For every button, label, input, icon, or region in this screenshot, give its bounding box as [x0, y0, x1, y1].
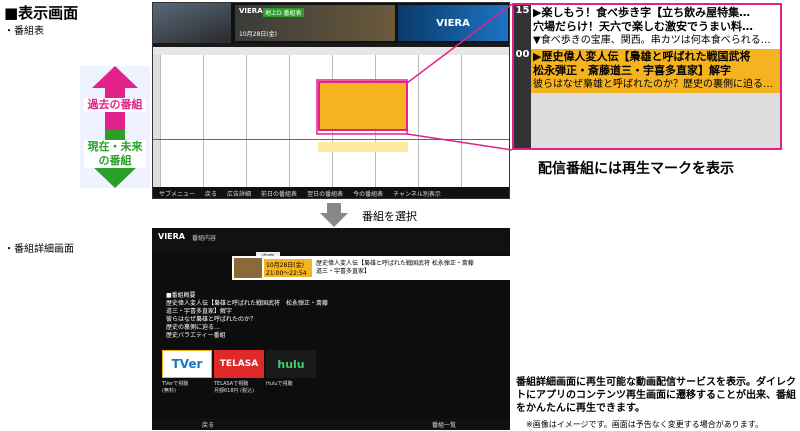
- telasa-label: TELASAで視聴: [214, 381, 249, 387]
- time-slot: 00: [514, 49, 531, 93]
- detail-program-bar: 10月28日(金) 21:00〜22:54 歴史偉人変人伝【梟雄と呼ばれた戦国武…: [232, 256, 510, 280]
- time-slot: 15: [514, 5, 531, 49]
- detail-program-title: 歴史偉人変人伝【梟雄と呼ばれた戦国武将 松永弾正・斎藤道三・宇喜多直家】: [316, 260, 474, 275]
- telasa-button[interactable]: TELASA: [214, 350, 264, 378]
- tver-label: TVerで視聴: [162, 381, 189, 387]
- detail-header-title: 番組内容: [192, 235, 217, 242]
- program-subtitle: 穴場だらけ！天六で楽しむ激安でうまい料…: [533, 20, 753, 33]
- zoom-row[interactable]: 15 ▶楽しもう！食べ歩き字【立ち飲み屋特集… 穴場だらけ！天六で楽しむ激安でう…: [514, 5, 780, 49]
- detail-time: 21:00〜22:54: [266, 270, 307, 277]
- program-description: ▼食べ歩きの宝庫、関西。串カツは何本食べられる…: [533, 35, 771, 46]
- telasa-price: 月額618円 (税込): [214, 388, 255, 394]
- program-description: 彼らはなぜ梟雄と呼ばれたのか？歴史の裏側に迫る…: [533, 79, 773, 90]
- hulu-button[interactable]: hulu: [266, 350, 316, 378]
- detail-brand: VIERA: [158, 232, 185, 241]
- summary-line: 歴史偉人変人伝【梟雄と呼ばれた戦国武将 松永弾正・斎藤: [166, 300, 329, 307]
- hulu-label: Huluで視聴: [266, 381, 293, 387]
- summary-line: 歴史の裏側に迫る…: [166, 324, 221, 331]
- zoom-panel: 15 ▶楽しもう！食べ歩き字【立ち飲み屋特集… 穴場だらけ！天六で楽しむ激安でう…: [512, 3, 782, 150]
- program-list-button[interactable]: 番組一覧: [432, 420, 456, 429]
- tver-price: (無料): [162, 388, 176, 394]
- select-program-label: 番組を選択: [362, 210, 417, 223]
- summary-line: 歴史バラエティー番組: [166, 332, 226, 339]
- image-note: ※画像はイメージです。画面は予告なく変更する場合があります。: [526, 420, 763, 429]
- zoom-row-selected[interactable]: 00 ▶歴史偉人変人伝【梟雄と呼ばれた戦国武将 松永弾正・斎藤道三・宇喜多直家】…: [514, 49, 780, 93]
- tver-button[interactable]: TVer: [162, 350, 212, 378]
- program-subtitle: 松永弾正・斎藤道三・宇喜多直家】解字: [533, 64, 731, 77]
- description-text: 番組詳細画面に再生可能な動画配信サービスを表示。ダイレクトにアプリのコンテンツ再…: [516, 377, 796, 414]
- detail-bottom-bar: 戻る 番組一覧: [152, 418, 510, 430]
- summary-line: 道三・宇喜多直家】解字: [166, 308, 233, 315]
- program-title: ▶歴史偉人変人伝【梟雄と呼ばれた戦国武将: [533, 50, 751, 63]
- replay-mark-caption: 配信番組には再生マークを表示: [538, 161, 734, 177]
- detail-screen: VIERA 番組内容 内容 10月28日(金) 21:00〜22:54 歴史偉人…: [152, 228, 510, 430]
- program-title: ▶楽しもう！食べ歩き字【立ち飲み屋特集…: [533, 6, 751, 19]
- zoom-empty-area: [514, 93, 780, 148]
- summary-line: 彼らはなぜ梟雄と呼ばれたのか？: [166, 316, 257, 323]
- detail-header: VIERA 番組内容: [152, 228, 510, 252]
- back-button[interactable]: 戻る: [202, 420, 214, 429]
- summary-line: ■番組概要: [166, 292, 196, 299]
- down-arrow-icon: [320, 203, 348, 231]
- detail-summary: ■番組概要 歴史偉人変人伝【梟雄と呼ばれた戦国武将 松永弾正・斎藤 道三・宇喜多…: [166, 292, 328, 340]
